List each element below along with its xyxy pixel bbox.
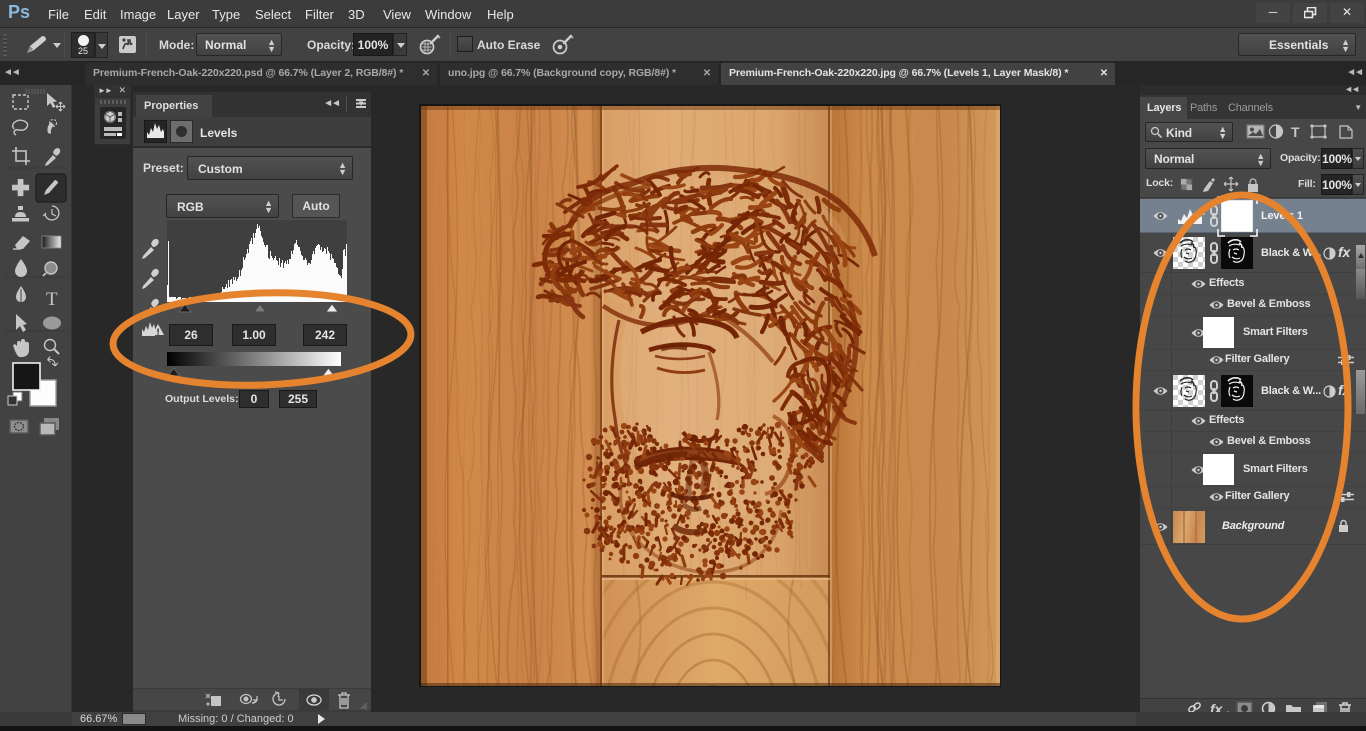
svg-text:T: T [1291, 124, 1300, 140]
svg-text:T: T [46, 289, 58, 310]
